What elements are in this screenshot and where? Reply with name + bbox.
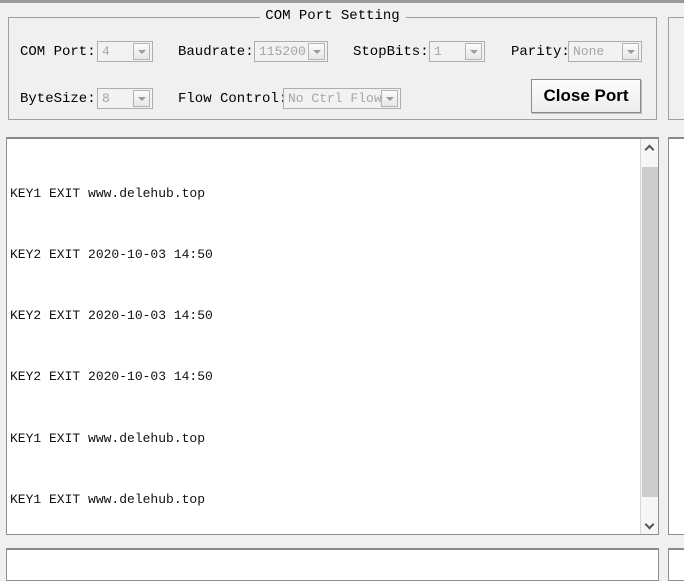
scroll-down-button[interactable] — [641, 516, 658, 534]
baudrate-combobox[interactable]: 115200 — [254, 41, 328, 62]
right-clipped-group — [668, 17, 684, 120]
com-port-setting-title: COM Port Setting — [259, 8, 406, 24]
list-item: KEY1 EXIT www.delehub.top — [10, 185, 206, 201]
chevron-down-icon[interactable] — [381, 90, 398, 107]
flow-control-label: Flow Control: — [178, 91, 288, 107]
flow-control-combobox[interactable]: No Ctrl Flow — [283, 88, 401, 109]
list-item: KEY1 EXIT www.delehub.top — [10, 491, 206, 507]
send-input[interactable] — [6, 548, 659, 581]
parity-label: Parity: — [511, 44, 570, 60]
chevron-down-icon[interactable] — [133, 90, 150, 107]
list-item: KEY2 EXIT 2020-10-03 14:50 — [10, 308, 213, 324]
chevron-down-icon — [645, 522, 654, 528]
com-port-value: 4 — [102, 44, 110, 59]
parity-value: None — [573, 44, 605, 59]
chevron-down-icon[interactable] — [133, 43, 150, 60]
serial-log-text: KEY1 EXIT www.delehub.top KEY2 EXIT 2020… — [7, 139, 639, 534]
flow-control-value: No Ctrl Flow — [288, 91, 381, 106]
baudrate-label: Baudrate: — [178, 44, 254, 60]
com-port-combobox[interactable]: 4 — [97, 41, 153, 62]
baudrate-value: 115200 — [259, 44, 306, 59]
parity-combobox[interactable]: None — [568, 41, 642, 62]
list-item: KEY2 EXIT 2020-10-03 14:50 — [10, 369, 213, 385]
list-item: KEY1 EXIT www.delehub.top — [10, 430, 206, 446]
stopbits-value: 1 — [434, 44, 442, 59]
right-clipped-log-panel — [668, 137, 684, 535]
stopbits-label: StopBits: — [353, 44, 429, 60]
bytesize-label: ByteSize: — [20, 91, 96, 107]
scroll-up-button[interactable] — [641, 139, 658, 157]
serial-log-output[interactable]: KEY1 EXIT www.delehub.top KEY2 EXIT 2020… — [6, 137, 659, 535]
chevron-up-icon — [645, 145, 654, 151]
com-port-label: COM Port: — [20, 44, 96, 60]
log-vertical-scrollbar[interactable] — [640, 139, 658, 534]
bytesize-combobox[interactable]: 8 — [97, 88, 153, 109]
chevron-down-icon[interactable] — [622, 43, 639, 60]
chevron-down-icon[interactable] — [308, 43, 325, 60]
chevron-down-icon[interactable] — [465, 43, 482, 60]
stopbits-combobox[interactable]: 1 — [429, 41, 485, 62]
bytesize-value: 8 — [102, 91, 110, 106]
right-clipped-send-panel — [668, 548, 684, 581]
serial-terminal-window: COM Port Setting COM Port: 4 Baudrate: 1… — [0, 0, 684, 581]
close-port-button[interactable]: Close Port — [531, 79, 641, 113]
scrollbar-thumb[interactable] — [642, 167, 658, 497]
list-item: KEY2 EXIT 2020-10-03 14:50 — [10, 247, 213, 263]
